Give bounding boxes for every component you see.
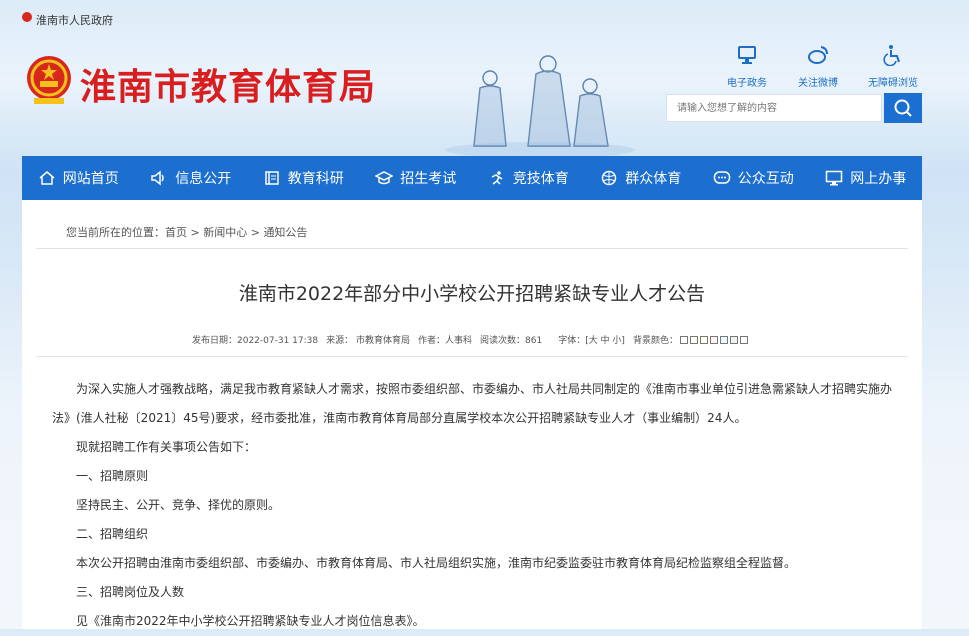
breadcrumb-notices[interactable]: 通知公告 <box>263 226 307 239</box>
breadcrumb-news-center[interactable]: 新闻中心 <box>203 226 247 239</box>
article-source: 来源： 市教育体育局 <box>326 336 410 346</box>
article-paragraph: 坚持民主、公开、竞争、择优的原则。 <box>76 498 281 512</box>
breadcrumb-separator: > <box>247 226 264 239</box>
graduation-cap-icon <box>375 171 394 185</box>
bg-color-swatch[interactable] <box>729 335 738 344</box>
nav-item-home[interactable]: 网站首页 <box>22 156 135 200</box>
follow-weibo-link[interactable]: 关注微博 <box>783 44 853 89</box>
article-paragraph: 为深入实施人才强教战略，满足我市教育紧缺人才需求，按照市委组织部、市委编办、市人… <box>52 382 893 425</box>
article-title: 淮南市2022年部分中小学校公开招聘紧缺专业人才公告 <box>238 283 706 305</box>
bg-color-swatch[interactable] <box>719 335 728 344</box>
city-government-link[interactable]: 淮南市人民政府 <box>36 12 113 28</box>
font-size-selector[interactable]: 字体：[大 中 小] <box>558 333 625 346</box>
background-color-label: 背景颜色： <box>632 336 678 346</box>
e-government-link[interactable]: 电子政务 <box>712 44 782 89</box>
breadcrumb-prefix: 您当前所在的位置： <box>66 226 165 239</box>
breadcrumb: 您当前所在的位置：首页 > 新闻中心 > 通知公告 <box>66 224 307 240</box>
publish-date: 发布日期：2022-07-31 17:38 <box>192 336 319 346</box>
bg-color-swatch[interactable] <box>679 335 688 344</box>
divider <box>36 356 908 357</box>
follow-weibo-label: 关注微博 <box>798 78 838 89</box>
article-author: 作者：人事科 <box>417 336 472 346</box>
nav-item-label: 公众互动 <box>737 171 794 187</box>
article-container: 您当前所在的位置：首页 > 新闻中心 > 通知公告 淮南市2022年部分中小学校… <box>22 200 922 629</box>
divider <box>36 248 908 249</box>
article-meta: 发布日期：2022-07-31 17:38 来源： 市教育体育局 作者：人事科 … <box>192 333 748 346</box>
section-heading: 一、招聘原则 <box>76 469 149 483</box>
ball-icon <box>602 170 617 186</box>
nav-item-public-interaction[interactable]: 公众互动 <box>697 156 810 200</box>
main-nav: 网站首页 信息公开 教育科研 招生考试 竞技体育 群众体育 公众互动 网上办事 <box>22 156 922 200</box>
nav-item-label: 信息公开 <box>175 171 232 187</box>
home-icon <box>39 171 55 185</box>
bg-color-swatch[interactable] <box>699 335 708 344</box>
article-body: 为深入实施人才强教战略，满足我市教育紧缺人才需求，按照市委组织部、市委编办、市人… <box>52 375 894 636</box>
article-paragraph: 现就招聘工作有关事项公告如下： <box>76 440 257 454</box>
weibo-icon <box>808 46 828 64</box>
nav-item-label: 教育科研 <box>287 171 344 187</box>
accessibility-link[interactable]: 无障碍浏览 <box>858 44 928 89</box>
view-count: 阅读次数：861 <box>480 336 543 346</box>
nav-item-label: 招生考试 <box>400 171 457 187</box>
nav-item-admissions-exams[interactable]: 招生考试 <box>360 156 473 200</box>
nav-item-label: 网站首页 <box>62 171 119 187</box>
nav-item-label: 群众体育 <box>625 171 682 187</box>
bg-color-swatch[interactable] <box>689 335 698 344</box>
site-title: 淮南市教育体育局 <box>80 66 377 108</box>
article-paragraph: 见《淮南市2022年中小学校公开招聘紧缺专业人才岗位信息表》。 <box>76 614 425 628</box>
nav-item-competitive-sports[interactable]: 竞技体育 <box>472 156 585 200</box>
top-bar: 淮南市人民政府 <box>0 0 969 36</box>
e-government-label: 电子政务 <box>727 78 767 89</box>
book-icon <box>265 171 279 185</box>
bg-color-swatch[interactable] <box>739 335 748 344</box>
monitor-icon <box>738 46 756 64</box>
article-paragraph: 本次公开招聘由淮南市委组织部、市委编办、市教育体育局、市人社局组织实施，淮南市纪… <box>76 556 797 570</box>
speaker-icon <box>151 170 164 186</box>
search-icon <box>894 99 912 117</box>
decorative-figures-illustration <box>445 55 635 156</box>
search-button[interactable] <box>884 93 922 123</box>
chat-icon <box>713 171 730 184</box>
national-emblem-icon <box>27 56 71 104</box>
nav-item-education-research[interactable]: 教育科研 <box>247 156 360 200</box>
accessibility-label: 无障碍浏览 <box>868 78 918 89</box>
site-header: 淮南市教育体育局 电子政务 关注微博 无障碍浏览 请输入您想了解的内容 <box>0 36 969 156</box>
breadcrumb-home[interactable]: 首页 <box>165 226 187 239</box>
national-emblem-small-icon <box>22 12 32 22</box>
nav-item-online-services[interactable]: 网上办事 <box>810 156 923 200</box>
runner-icon <box>491 171 503 185</box>
section-heading: 三、招聘岗位及人数 <box>76 585 185 599</box>
search-input[interactable] <box>666 94 882 122</box>
nav-item-label: 网上办事 <box>850 171 907 187</box>
monitor-icon <box>826 170 843 186</box>
nav-item-info-disclosure[interactable]: 信息公开 <box>135 156 248 200</box>
nav-item-mass-sports[interactable]: 群众体育 <box>585 156 698 200</box>
nav-item-label: 竞技体育 <box>512 171 569 187</box>
breadcrumb-separator: > <box>187 226 204 239</box>
accessibility-icon <box>883 45 900 67</box>
bg-color-swatch[interactable] <box>709 335 718 344</box>
section-heading: 二、招聘组织 <box>76 527 149 541</box>
